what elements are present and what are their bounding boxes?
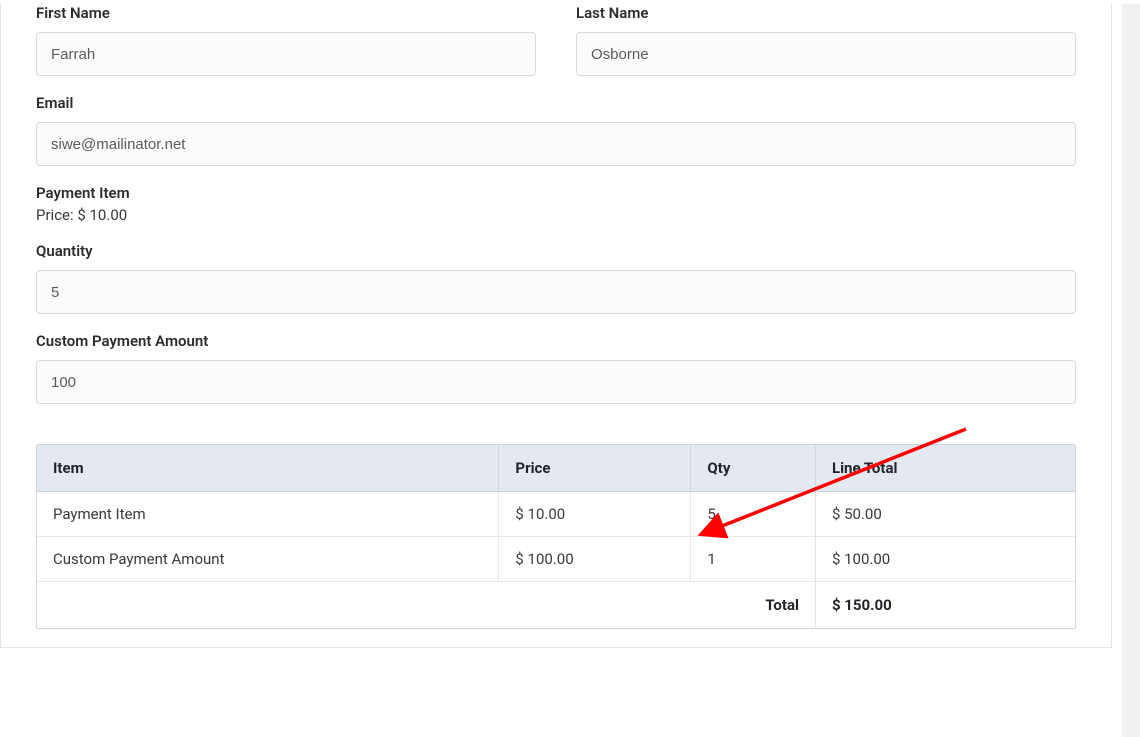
last-name-input[interactable]: [576, 32, 1076, 76]
custom-amount-input[interactable]: [36, 360, 1076, 404]
email-input[interactable]: [36, 122, 1076, 166]
summary-table-container: Item Price Qty Line Total Payment Item $…: [36, 444, 1076, 629]
first-name-group: First Name: [36, 4, 536, 76]
col-header-qty: Qty: [691, 445, 816, 492]
quantity-label: Quantity: [36, 242, 1076, 260]
col-header-price: Price: [499, 445, 691, 492]
email-group: Email: [36, 94, 1076, 166]
col-header-item: Item: [37, 445, 499, 492]
scrollbar-track[interactable]: [1122, 4, 1140, 737]
total-row: Total $ 150.00: [37, 582, 1075, 629]
cell-item: Custom Payment Amount: [37, 537, 499, 582]
custom-amount-label: Custom Payment Amount: [36, 332, 1076, 350]
table-row: Payment Item $ 10.00 5 $ 50.00: [37, 492, 1075, 537]
form-panel: First Name Last Name Email Payment Item …: [0, 4, 1112, 648]
payment-item-group: Payment Item: [36, 184, 1076, 202]
payment-item-price: Price: $ 10.00: [36, 206, 1076, 224]
cell-price: $ 100.00: [499, 537, 691, 582]
cell-qty: 1: [691, 537, 816, 582]
quantity-input[interactable]: [36, 270, 1076, 314]
cell-qty: 5: [691, 492, 816, 537]
cell-line-total: $ 100.00: [815, 537, 1075, 582]
cell-price: $ 10.00: [499, 492, 691, 537]
last-name-group: Last Name: [576, 4, 1076, 76]
total-value: $ 150.00: [815, 582, 1075, 629]
table-header-row: Item Price Qty Line Total: [37, 445, 1075, 492]
email-label: Email: [36, 94, 1076, 112]
table-row: Custom Payment Amount $ 100.00 1 $ 100.0…: [37, 537, 1075, 582]
summary-table: Item Price Qty Line Total Payment Item $…: [37, 445, 1075, 628]
last-name-label: Last Name: [576, 4, 1076, 22]
quantity-group: Quantity: [36, 242, 1076, 314]
first-name-label: First Name: [36, 4, 536, 22]
payment-item-label: Payment Item: [36, 184, 1076, 202]
first-name-input[interactable]: [36, 32, 536, 76]
col-header-line-total: Line Total: [815, 445, 1075, 492]
cell-line-total: $ 50.00: [815, 492, 1075, 537]
cell-item: Payment Item: [37, 492, 499, 537]
total-label: Total: [37, 582, 815, 629]
custom-amount-group: Custom Payment Amount: [36, 332, 1076, 404]
